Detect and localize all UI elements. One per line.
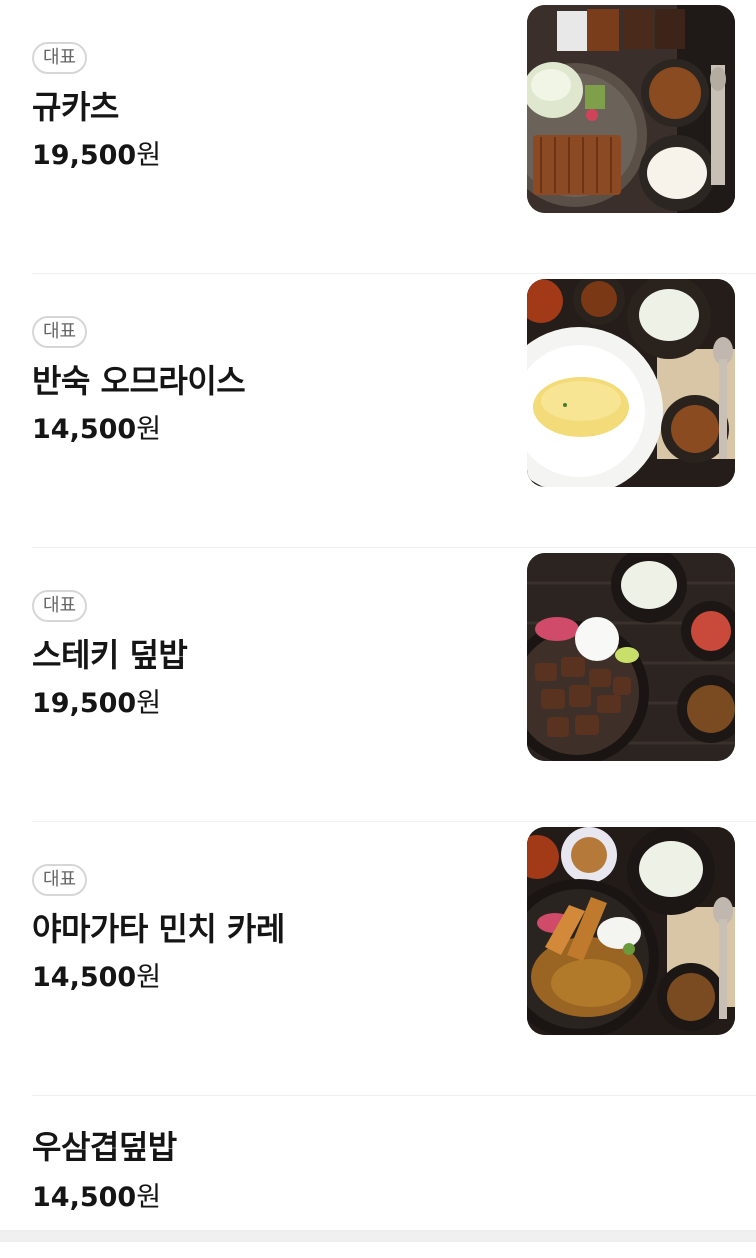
menu-item-photo[interactable]	[527, 5, 735, 213]
menu-item-gyukatsu[interactable]: 대표 규카츠 19,500원	[0, 0, 756, 274]
signature-badge: 대표	[32, 316, 88, 348]
menu-item-photo[interactable]	[527, 279, 735, 487]
gyukatsu-set-photo	[527, 5, 735, 213]
menu-item-photo[interactable]	[527, 827, 735, 1035]
signature-badge: 대표	[32, 42, 88, 74]
menu-item-price: 19,500원	[32, 138, 161, 174]
menu-item-omurice[interactable]: 대표 반숙 오므라이스 14,500원	[0, 274, 756, 548]
signature-badge: 대표	[32, 864, 88, 896]
price-number: 14,500	[32, 962, 137, 993]
menu-list: 대표 규카츠 19,500원 대표 반숙 오므라이스 14,500원 대표 스테…	[0, 0, 756, 1258]
price-number: 14,500	[32, 414, 137, 445]
section-footer-band	[0, 1230, 756, 1242]
price-number: 19,500	[32, 688, 137, 719]
menu-item-mince-curry[interactable]: 대표 야마가타 민치 카레 14,500원	[0, 822, 756, 1096]
menu-item-price: 14,500원	[32, 960, 161, 996]
mince-curry-set-photo	[527, 827, 735, 1035]
price-unit: 원	[136, 1182, 162, 1213]
price-unit: 원	[136, 414, 162, 445]
menu-item-name: 규카츠	[32, 88, 119, 126]
price-unit: 원	[136, 140, 162, 171]
menu-item-price: 14,500원	[32, 412, 161, 448]
steak-donburi-set-photo	[527, 553, 735, 761]
menu-item-steak-donburi[interactable]: 대표 스테키 덮밥 19,500원	[0, 548, 756, 822]
price-number: 14,500	[32, 1182, 137, 1213]
price-unit: 원	[136, 962, 162, 993]
menu-item-name: 반숙 오므라이스	[32, 362, 246, 400]
omurice-set-photo	[527, 279, 735, 487]
menu-item-name: 스테키 덮밥	[32, 636, 188, 674]
menu-item-price: 19,500원	[32, 686, 161, 722]
menu-item-photo[interactable]	[527, 553, 735, 761]
price-number: 19,500	[32, 140, 137, 171]
menu-item-name: 우삼겹덮밥	[32, 1128, 177, 1166]
signature-badge: 대표	[32, 590, 88, 622]
menu-item-price: 14,500원	[32, 1180, 161, 1216]
menu-item-name: 야마가타 민치 카레	[32, 910, 285, 948]
price-unit: 원	[136, 688, 162, 719]
